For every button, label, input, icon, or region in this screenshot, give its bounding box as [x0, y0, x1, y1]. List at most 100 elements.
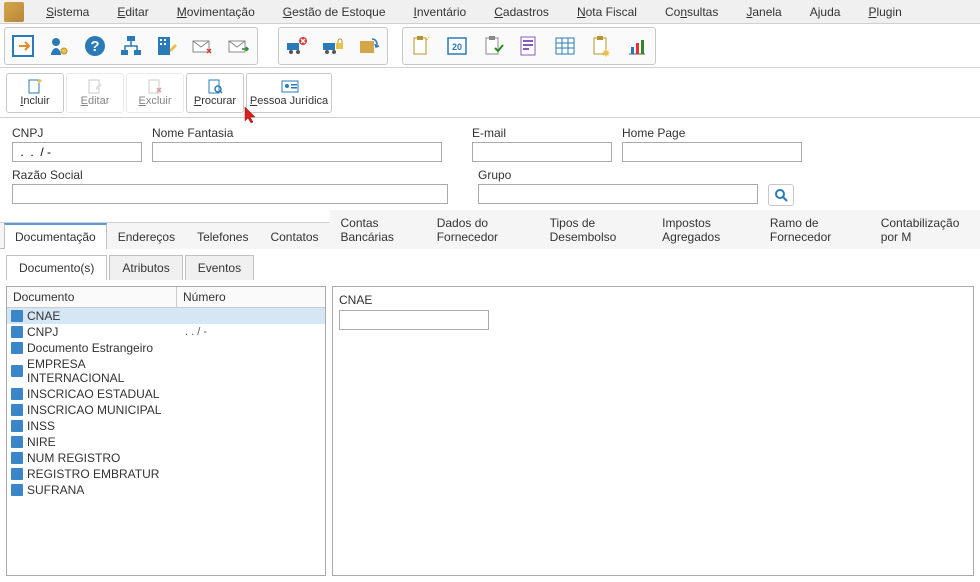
- menu-sistema[interactable]: Sistema: [32, 1, 103, 23]
- procurar-button[interactable]: Procurar: [186, 73, 244, 113]
- tab-ramo-de-fornecedor[interactable]: Ramo de Fornecedor: [759, 210, 870, 249]
- menu-inventário[interactable]: Inventário: [400, 1, 481, 23]
- truck-cancel-icon[interactable]: [281, 30, 313, 62]
- spreadsheet-icon[interactable]: [549, 30, 581, 62]
- doc-row[interactable]: NIRE: [7, 434, 325, 450]
- tab-endere-os[interactable]: Endereços: [107, 224, 186, 249]
- excluir-button: Excluir: [126, 73, 184, 113]
- mail-out-icon[interactable]: [223, 30, 255, 62]
- razao-label: Razão Social: [12, 168, 448, 182]
- tab-contatos[interactable]: Contatos: [259, 224, 329, 249]
- doc-row-icon: [11, 404, 23, 416]
- user-key-icon[interactable]: [43, 30, 75, 62]
- action-toolbar: IncluirEditarExcluirProcurarPessoa Juríd…: [0, 68, 980, 118]
- doc-row[interactable]: Documento Estrangeiro: [7, 340, 325, 356]
- menu-plugin[interactable]: Plugin: [854, 1, 915, 23]
- menu-gestão-de-estoque[interactable]: Gestão de Estoque: [269, 1, 400, 23]
- tab-telefones[interactable]: Telefones: [186, 224, 259, 249]
- pessoa-icon: [281, 78, 297, 94]
- doc-row-label: CNAE: [27, 309, 185, 323]
- cnpj-input[interactable]: [12, 142, 142, 162]
- col-documento[interactable]: Documento: [7, 287, 177, 307]
- exit-icon[interactable]: [7, 30, 39, 62]
- calendar-20-icon[interactable]: 20: [441, 30, 473, 62]
- menubar: SistemaEditarMovimentaçãoGestão de Estoq…: [0, 0, 980, 24]
- svg-text:?: ?: [90, 38, 99, 55]
- building-edit-icon[interactable]: [151, 30, 183, 62]
- truck-lock-icon[interactable]: [317, 30, 349, 62]
- tab-contas-banc-rias[interactable]: Contas Bancárias: [330, 210, 426, 249]
- menu-editar[interactable]: Editar: [103, 1, 162, 23]
- doc-row-label: Documento Estrangeiro: [27, 341, 185, 355]
- main-tabs: DocumentaçãoEndereçosTelefonesContatosCo…: [0, 223, 980, 249]
- excluir-icon: [147, 78, 163, 94]
- subtab-documento-s-[interactable]: Documento(s): [6, 255, 107, 280]
- cnae-detail-input[interactable]: [339, 310, 489, 330]
- grupo-label: Grupo: [478, 168, 758, 182]
- doc-row-label: REGISTRO EMBRATUR: [27, 467, 185, 481]
- doc-row[interactable]: INSS: [7, 418, 325, 434]
- doc-row-icon: [11, 388, 23, 400]
- tab-dados-do-fornecedor[interactable]: Dados do Fornecedor: [426, 210, 539, 249]
- razao-input[interactable]: [12, 184, 448, 204]
- col-numero[interactable]: Número: [177, 287, 325, 307]
- procurar-icon: [207, 78, 223, 94]
- clipboard-check-icon[interactable]: [477, 30, 509, 62]
- svg-text:20: 20: [452, 42, 462, 52]
- pessoa-label: Pessoa Jurídica: [250, 95, 328, 107]
- doc-row-label: NIRE: [27, 435, 185, 449]
- menu-nota-fiscal[interactable]: Nota Fiscal: [563, 1, 651, 23]
- doc-row-icon: [11, 326, 23, 338]
- menu-janela[interactable]: Janela: [732, 1, 795, 23]
- email-label: E-mail: [472, 126, 612, 140]
- flowchart-icon[interactable]: [115, 30, 147, 62]
- doc-row-icon: [11, 420, 23, 432]
- grupo-input[interactable]: [478, 184, 758, 204]
- clipboard-star-icon[interactable]: [585, 30, 617, 62]
- help-icon[interactable]: ?: [79, 30, 111, 62]
- detail-pane: CNAE: [332, 286, 974, 576]
- menu-ajuda[interactable]: Ajuda: [796, 1, 855, 23]
- menu-movimentação[interactable]: Movimentação: [163, 1, 269, 23]
- pessoa-button[interactable]: Pessoa Jurídica: [246, 73, 332, 113]
- tab-contabiliza-o-por-m[interactable]: Contabilização por M: [870, 210, 980, 249]
- doc-row-icon: [11, 452, 23, 464]
- box-refresh-icon[interactable]: [353, 30, 385, 62]
- doc-row-label: SUFRANA: [27, 483, 185, 497]
- menu-cadastros[interactable]: Cadastros: [480, 1, 563, 23]
- cnpj-label: CNPJ: [12, 126, 142, 140]
- app-logo-icon: [4, 2, 24, 22]
- tab-impostos-agregados[interactable]: Impostos Agregados: [651, 210, 759, 249]
- doc-row[interactable]: CNPJ . . / -: [7, 324, 325, 340]
- content-area: Documento Número CNAECNPJ . . / - Docume…: [0, 280, 980, 582]
- doc-row-icon: [11, 484, 23, 496]
- email-input[interactable]: [472, 142, 612, 162]
- doc-row[interactable]: NUM REGISTRO: [7, 450, 325, 466]
- incluir-button[interactable]: Incluir: [6, 73, 64, 113]
- homepage-input[interactable]: [622, 142, 802, 162]
- homepage-label: Home Page: [622, 126, 802, 140]
- clipboard-sparkle-icon[interactable]: [405, 30, 437, 62]
- report-purple-icon[interactable]: [513, 30, 545, 62]
- chart-icon[interactable]: [621, 30, 653, 62]
- tab-documenta-o[interactable]: Documentação: [4, 223, 107, 249]
- nome-fantasia-label: Nome Fantasia: [152, 126, 442, 140]
- grupo-search-button[interactable]: [768, 184, 794, 206]
- procurar-label: Procurar: [194, 95, 236, 107]
- doc-row[interactable]: REGISTRO EMBRATUR: [7, 466, 325, 482]
- subtab-atributos[interactable]: Atributos: [109, 255, 182, 280]
- doc-row[interactable]: EMPRESA INTERNACIONAL: [7, 356, 325, 386]
- doc-row[interactable]: SUFRANA: [7, 482, 325, 498]
- incluir-label: Incluir: [20, 95, 49, 107]
- tab-tipos-de-desembolso[interactable]: Tipos de Desembolso: [539, 210, 652, 249]
- nome-fantasia-input[interactable]: [152, 142, 442, 162]
- doc-row-label: INSCRICAO MUNICIPAL: [27, 403, 185, 417]
- doc-row[interactable]: INSCRICAO MUNICIPAL: [7, 402, 325, 418]
- doc-row[interactable]: INSCRICAO ESTADUAL: [7, 386, 325, 402]
- mail-in-icon[interactable]: [187, 30, 219, 62]
- editar-icon: [87, 78, 103, 94]
- subtab-eventos[interactable]: Eventos: [185, 255, 254, 280]
- menu-consultas[interactable]: Consultas: [651, 1, 732, 23]
- doc-row[interactable]: CNAE: [7, 308, 325, 324]
- cnae-detail-label: CNAE: [339, 293, 967, 307]
